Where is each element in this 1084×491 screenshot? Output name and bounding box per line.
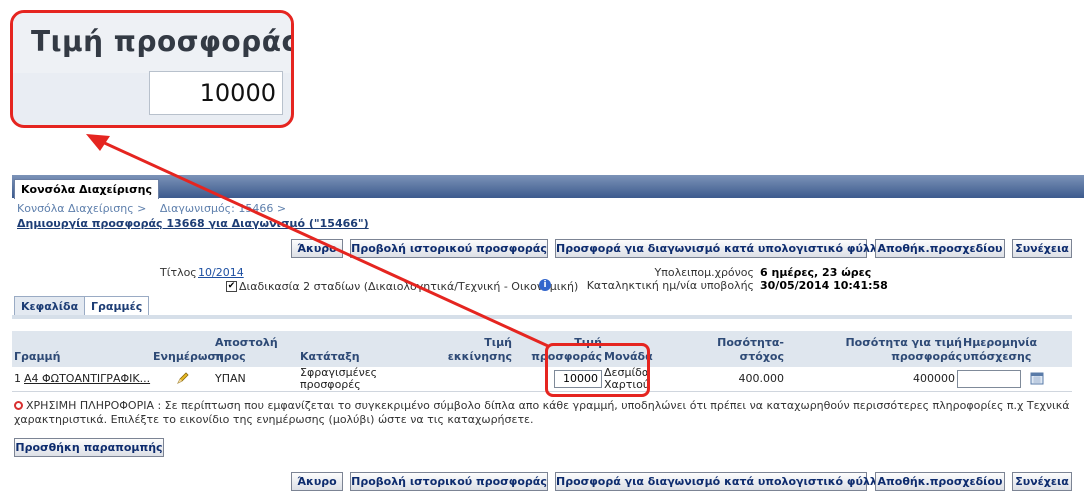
top-bar: Κονσόλα Διαχείρισης [12, 175, 1084, 199]
bid-history-button-bottom[interactable]: Προβολή ιστορικού προσφοράς [350, 472, 548, 491]
tab-lines[interactable]: Γραμμές [84, 296, 150, 316]
ship-to-value: ΥΠΑΝ [215, 372, 246, 385]
deadline-value: 30/05/2014 10:41:58 [760, 279, 888, 292]
title-value-link[interactable]: 10/2014 [198, 266, 244, 279]
col-ship-to-2: προς [215, 350, 246, 363]
col-target-qty-1: Ποσότητα- [717, 336, 784, 349]
col-promise-date-1: Ημερομηνία [963, 336, 1038, 349]
breadcrumb-tender[interactable]: Διαγωνισμός: 15466 > [160, 202, 286, 215]
breadcrumb-admin-console[interactable]: Κονσόλα Διαχείρισης > [17, 202, 146, 215]
zoom-bid-price-field: 10000 [149, 71, 283, 115]
category-value-2: προσφορές [300, 378, 361, 391]
col-category: Κατάταξη [300, 350, 360, 363]
info-note-text: ΧΡΗΣΙΜΗ ΠΛΗΡΟΦΟΡΙΑ : Σε περίπτωση που εμ… [14, 399, 1070, 426]
title-label: Τίτλος [160, 266, 197, 279]
highlight-bid-price [545, 343, 650, 397]
deadline-label: Καταληκτική ημ/νία υποβολής [586, 279, 754, 292]
lines-table: Γραμμή Ενημέρωση Αποστολή προς Κατάταξη … [12, 331, 1072, 392]
target-qty-value: 400.000 [738, 372, 785, 385]
qty-for-price-value: 400000 [913, 372, 955, 385]
col-ship-to-1: Αποστολή [215, 336, 278, 349]
info-icon[interactable]: i [539, 279, 551, 291]
save-draft-button[interactable]: Αποθήκ.προσχεδίου [875, 239, 1005, 258]
col-update: Ενημέρωση [153, 350, 224, 363]
add-reference-button[interactable]: Προσθήκη παραπομπής [14, 438, 164, 457]
spreadsheet-bid-button[interactable]: Προσφορά για διαγωνισμό κατά υπολογιστικ… [555, 239, 884, 258]
item-link[interactable]: Α4 ΦΩΤΟΑΝΤΙΓΡΑΦΙΚ... [24, 373, 150, 385]
save-draft-button-bottom[interactable]: Αποθήκ.προσχεδίου [875, 472, 1005, 491]
two-stage-label: Διαδικασία 2 σταδίων (Δικαιολογητικά/Τεχ… [239, 280, 579, 293]
table-header: Γραμμή Ενημέρωση Αποστολή προς Κατάταξη … [12, 331, 1072, 368]
col-start-price-1: Τιμή [484, 336, 512, 349]
tab-bar-divider [12, 315, 1072, 319]
breadcrumb: Κονσόλα Διαχείρισης > Διαγωνισμός: 15466… [17, 202, 296, 215]
col-line: Γραμμή [14, 350, 61, 363]
warning-icon [14, 401, 23, 410]
col-qty-for-price-1: Ποσότητα για τιμή [845, 336, 962, 349]
spreadsheet-bid-button-bottom[interactable]: Προσφορά για διαγωνισμό κατά υπολογιστικ… [555, 472, 884, 491]
table-row: 1 Α4 ΦΩΤΟΑΝΤΙΓΡΑΦΙΚ... ΥΠΑΝ Σφραγισμένες… [12, 367, 1072, 392]
calendar-icon[interactable] [1030, 371, 1044, 388]
page-title: Δημιουργία προσφοράς 13668 για Διαγωνισμ… [17, 217, 369, 230]
zoom-title: Τιμή προσφοράς [31, 25, 294, 58]
col-target-qty-2: στόχος [739, 350, 784, 363]
pencil-icon[interactable] [175, 370, 191, 389]
col-promise-date-2: υπόσχεσης [963, 350, 1032, 363]
app-window: Κονσόλα Διαχείρισης Κονσόλα Διαχείρισης … [12, 175, 1084, 491]
bid-history-button[interactable]: Προβολή ιστορικού προσφοράς [350, 239, 548, 258]
continue-button-bottom[interactable]: Συνέχεια [1012, 472, 1072, 491]
promise-date-input[interactable] [957, 370, 1021, 388]
zoom-callout: Τιμή προσφοράς 10000 [10, 10, 294, 128]
tab-admin-console[interactable]: Κονσόλα Διαχείρισης [14, 179, 159, 199]
remaining-time-label: Υπολειπομ.χρόνος [654, 266, 755, 279]
tab-header[interactable]: Κεφαλίδα [14, 296, 86, 316]
remaining-time-value: 6 ημέρες, 23 ώρες [760, 266, 872, 279]
cancel-button[interactable]: Άκυρο [291, 239, 343, 258]
col-start-price-2: εκκίνησης [447, 350, 512, 363]
line-number: 1 [14, 372, 21, 385]
continue-button[interactable]: Συνέχεια [1012, 239, 1072, 258]
cancel-button-bottom[interactable]: Άκυρο [291, 472, 343, 491]
two-stage-checkbox[interactable]: ✔ [226, 281, 237, 292]
info-note: ΧΡΗΣΙΜΗ ΠΛΗΡΟΦΟΡΙΑ : Σε περίπτωση που εμ… [14, 399, 1074, 427]
col-qty-for-price-2: προσφοράς [891, 350, 962, 363]
